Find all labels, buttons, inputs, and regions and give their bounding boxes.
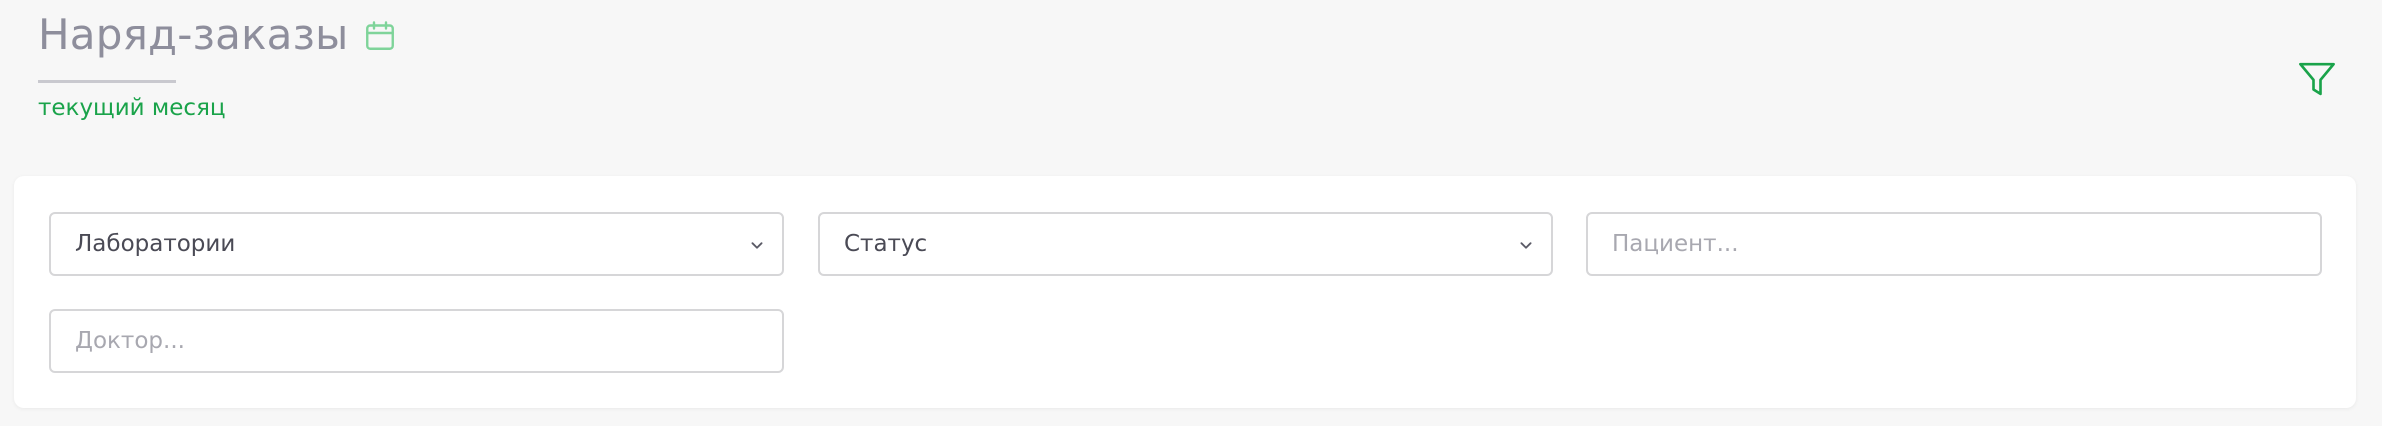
doctor-search-input[interactable] [49,309,784,373]
laboratory-select[interactable]: Лаборатории [49,212,784,276]
chevron-down-icon [751,242,763,249]
filter-icon[interactable] [2296,58,2338,100]
chevron-down-icon [1520,242,1532,249]
calendar-icon[interactable] [362,18,398,54]
period-selector[interactable]: текущий месяц [38,92,226,124]
page-header: Наряд-заказы текущий месяц [0,0,2382,170]
title-underline [38,80,176,83]
page-title: Наряд-заказы [38,10,349,59]
filter-panel: Лаборатории Статус [14,176,2356,408]
status-select[interactable]: Статус [818,212,1553,276]
status-select-value: Статус [844,231,928,257]
laboratory-select-value: Лаборатории [75,231,236,257]
patient-search-input[interactable] [1586,212,2322,276]
